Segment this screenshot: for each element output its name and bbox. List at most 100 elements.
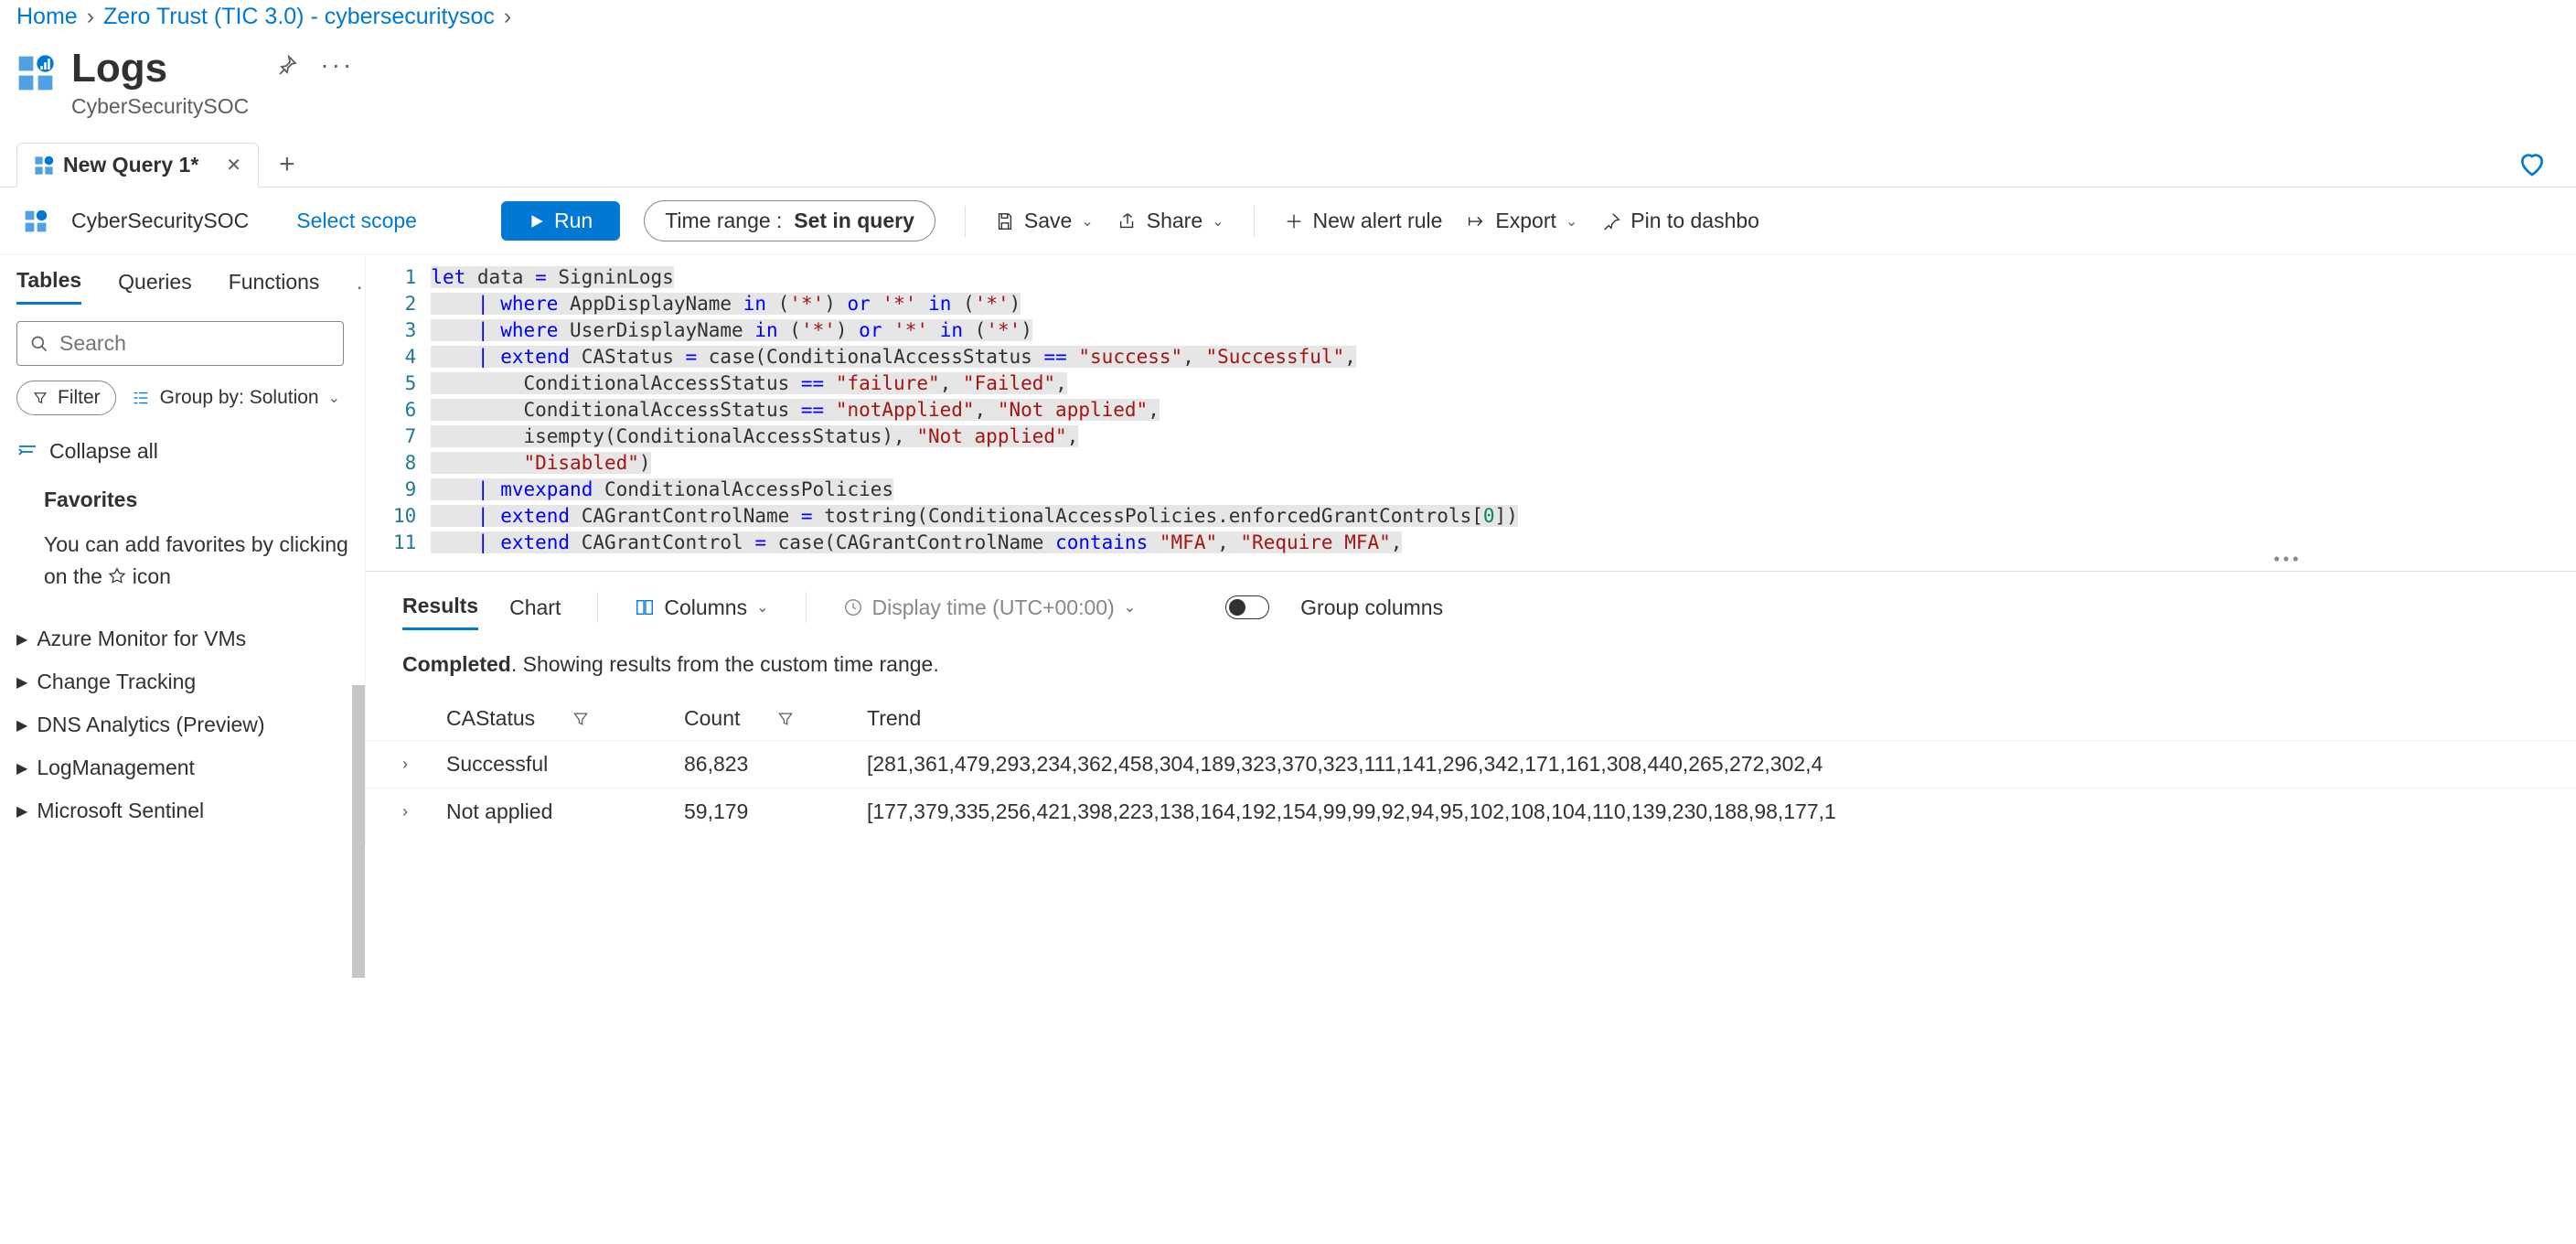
filter-icon[interactable]: [776, 710, 795, 728]
schema-panel: Tables Queries Functions ··· « ⋮ Filter …: [0, 255, 366, 845]
page-header: Logs CyberSecuritySOC ···: [0, 39, 2576, 143]
query-tab-label: New Query 1*: [63, 153, 198, 177]
breadcrumb-workbook[interactable]: Zero Trust (TIC 3.0) - cybersecuritysoc: [103, 4, 495, 30]
grid-row[interactable]: › Successful 86,823 [281,361,479,293,234…: [366, 740, 2576, 788]
play-icon: [529, 213, 545, 230]
add-tab-button[interactable]: +: [259, 149, 315, 180]
export-button[interactable]: Export⌄: [1466, 209, 1577, 233]
editor-gutter: 1 2 3 4 5 6 7 8 9 10 11: [366, 255, 431, 565]
ellipsis-icon: •••: [2273, 546, 2302, 573]
caret-right-icon: ▶: [16, 716, 27, 735]
pin-icon: [1601, 211, 1621, 231]
search-icon: [30, 335, 48, 353]
chevron-down-icon: ⌄: [1212, 212, 1224, 231]
chevron-right-icon: ›: [504, 4, 511, 30]
col-trend[interactable]: Trend: [867, 706, 921, 730]
chevron-down-icon: ⌄: [1124, 598, 1136, 617]
table-tree: ▶Azure Monitor for VMs ▶Change Tracking …: [16, 617, 348, 832]
chevron-down-icon: ⌄: [756, 598, 768, 617]
scope-name: CyberSecuritySOC: [71, 209, 249, 233]
filter-button[interactable]: Filter: [16, 381, 116, 415]
cell-count: 59,179: [684, 799, 867, 824]
expand-row-icon[interactable]: ›: [402, 755, 446, 774]
chevron-down-icon: ⌄: [328, 389, 340, 407]
tree-item[interactable]: ▶Change Tracking: [16, 660, 348, 703]
tab-results[interactable]: Results: [402, 584, 478, 630]
query-editor[interactable]: 1 2 3 4 5 6 7 8 9 10 11 let data = Signi…: [366, 255, 2576, 572]
query-tab-bar: New Query 1* ✕ +: [0, 143, 2576, 188]
list-icon: [131, 388, 151, 408]
time-range-picker[interactable]: Time range : Set in query: [644, 200, 935, 241]
caret-right-icon: ▶: [16, 802, 27, 820]
collapse-icon: [16, 441, 38, 463]
search-input[interactable]: [16, 321, 344, 366]
cell-trend: [281,361,479,293,234,362,458,304,189,323…: [867, 752, 2539, 777]
tree-item[interactable]: ▶Azure Monitor for VMs: [16, 617, 348, 660]
caret-right-icon: ▶: [16, 759, 27, 778]
filter-icon[interactable]: [572, 710, 590, 728]
col-castatus[interactable]: CAStatus: [446, 706, 535, 731]
page-title: Logs: [71, 48, 249, 89]
select-scope-link[interactable]: Select scope: [296, 209, 417, 233]
more-icon[interactable]: ···: [320, 50, 354, 80]
query-tab-active[interactable]: New Query 1* ✕: [16, 143, 259, 188]
tab-queries[interactable]: Queries: [118, 270, 192, 304]
scrollbar-thumb[interactable]: [352, 685, 365, 978]
share-icon: [1117, 211, 1138, 231]
col-count[interactable]: Count: [684, 706, 740, 731]
columns-button[interactable]: Columns⌄: [635, 595, 768, 620]
grid-row[interactable]: › Not applied 59,179 [177,379,335,256,42…: [366, 788, 2576, 835]
columns-icon: [635, 597, 655, 617]
expand-row-icon[interactable]: ›: [402, 802, 446, 821]
clock-icon: [843, 597, 863, 617]
favorites-heading: Favorites: [44, 488, 348, 512]
logs-mini-icon: [24, 209, 48, 233]
collapse-all-button[interactable]: Collapse all: [16, 439, 348, 464]
cell-castatus: Successful: [446, 752, 684, 777]
new-alert-button[interactable]: New alert rule: [1284, 209, 1443, 233]
cell-count: 86,823: [684, 752, 867, 777]
filter-icon: [32, 390, 48, 406]
logs-mini-icon: [34, 156, 54, 176]
tree-item[interactable]: ▶LogManagement: [16, 746, 348, 789]
tree-item[interactable]: ▶DNS Analytics (Preview): [16, 703, 348, 746]
close-icon[interactable]: ✕: [226, 154, 241, 177]
chevron-down-icon: ⌄: [1566, 212, 1577, 231]
cell-castatus: Not applied: [446, 799, 684, 824]
group-columns-toggle[interactable]: [1225, 595, 1269, 619]
breadcrumb: Home › Zero Trust (TIC 3.0) - cybersecur…: [0, 0, 2576, 39]
tab-functions[interactable]: Functions: [229, 270, 320, 304]
share-button[interactable]: Share⌄: [1117, 209, 1224, 233]
run-button[interactable]: Run: [501, 201, 620, 241]
group-by-button[interactable]: Group by: Solution⌄: [127, 381, 344, 415]
caret-right-icon: ▶: [16, 630, 27, 649]
results-toolbar: Results Chart Columns⌄ Display time (UTC…: [366, 572, 2576, 643]
pin-dashboard-button[interactable]: Pin to dashbo: [1601, 209, 1759, 233]
display-time-button[interactable]: Display time (UTC+00:00)⌄: [843, 595, 1137, 620]
chevron-right-icon: ›: [87, 4, 94, 30]
tree-item[interactable]: ▶Microsoft Sentinel: [16, 789, 348, 832]
editor-code[interactable]: let data = SigninLogs | where AppDisplay…: [431, 255, 1518, 565]
cell-trend: [177,379,335,256,421,398,223,138,164,192…: [867, 799, 2539, 824]
save-icon: [995, 211, 1015, 231]
save-button[interactable]: Save⌄: [995, 209, 1094, 233]
grid-header-row: CAStatus Count Trend: [366, 697, 2576, 740]
query-toolbar: CyberSecuritySOC Select scope Run Time r…: [0, 188, 2576, 255]
tab-tables[interactable]: Tables: [16, 268, 81, 305]
results-grid: CAStatus Count Trend › Successful 86,823…: [366, 697, 2576, 835]
main-area: Tables Queries Functions ··· « ⋮ Filter …: [0, 255, 2576, 845]
favorite-icon[interactable]: [2517, 149, 2547, 178]
results-status: Completed. Showing results from the cust…: [366, 643, 2576, 697]
plus-icon: [1284, 211, 1304, 231]
export-icon: [1466, 211, 1486, 231]
pin-icon[interactable]: [276, 54, 298, 76]
group-columns-label: Group columns: [1300, 595, 1443, 620]
caret-right-icon: ▶: [16, 673, 27, 692]
page-subtitle: CyberSecuritySOC: [71, 94, 249, 119]
star-icon: [108, 567, 126, 585]
logs-icon: [16, 54, 55, 92]
chevron-down-icon: ⌄: [1081, 212, 1093, 231]
breadcrumb-home[interactable]: Home: [16, 4, 78, 30]
tab-chart[interactable]: Chart: [509, 586, 561, 629]
favorites-empty-text: You can add favorites by clicking on the…: [44, 529, 348, 592]
